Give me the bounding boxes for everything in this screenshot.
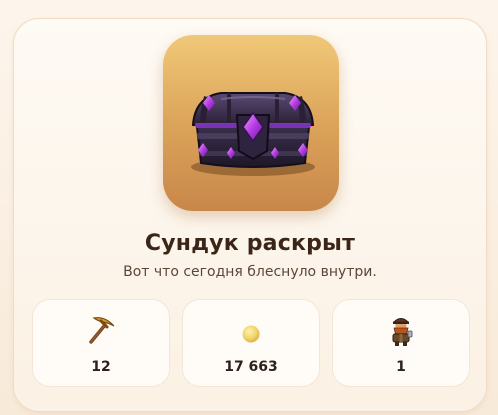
reward-item-dwarf: 1 (332, 299, 470, 387)
chest-tile (163, 35, 339, 211)
chest-subtitle: Вот что сегодня блеснуло внутри. (123, 264, 377, 280)
reward-value-gold: 17 663 (224, 359, 278, 375)
reward-item-gold: 17 663 (182, 299, 320, 387)
reward-item-pickaxe: 12 (32, 299, 170, 387)
treasure-chest-icon (191, 92, 315, 176)
reward-card: Сундук раскрыт Вот что сегодня блеснуло … (13, 18, 487, 412)
page: Сундук раскрыт Вот что сегодня блеснуло … (0, 0, 498, 415)
reward-value-pickaxe: 12 (91, 359, 111, 375)
pickaxe-icon (89, 317, 115, 344)
chest-title: Сундук раскрыт (144, 231, 356, 256)
dwarf-miner-icon (392, 318, 413, 346)
reward-value-dwarf: 1 (396, 359, 406, 375)
gold-coin-icon (242, 325, 260, 343)
